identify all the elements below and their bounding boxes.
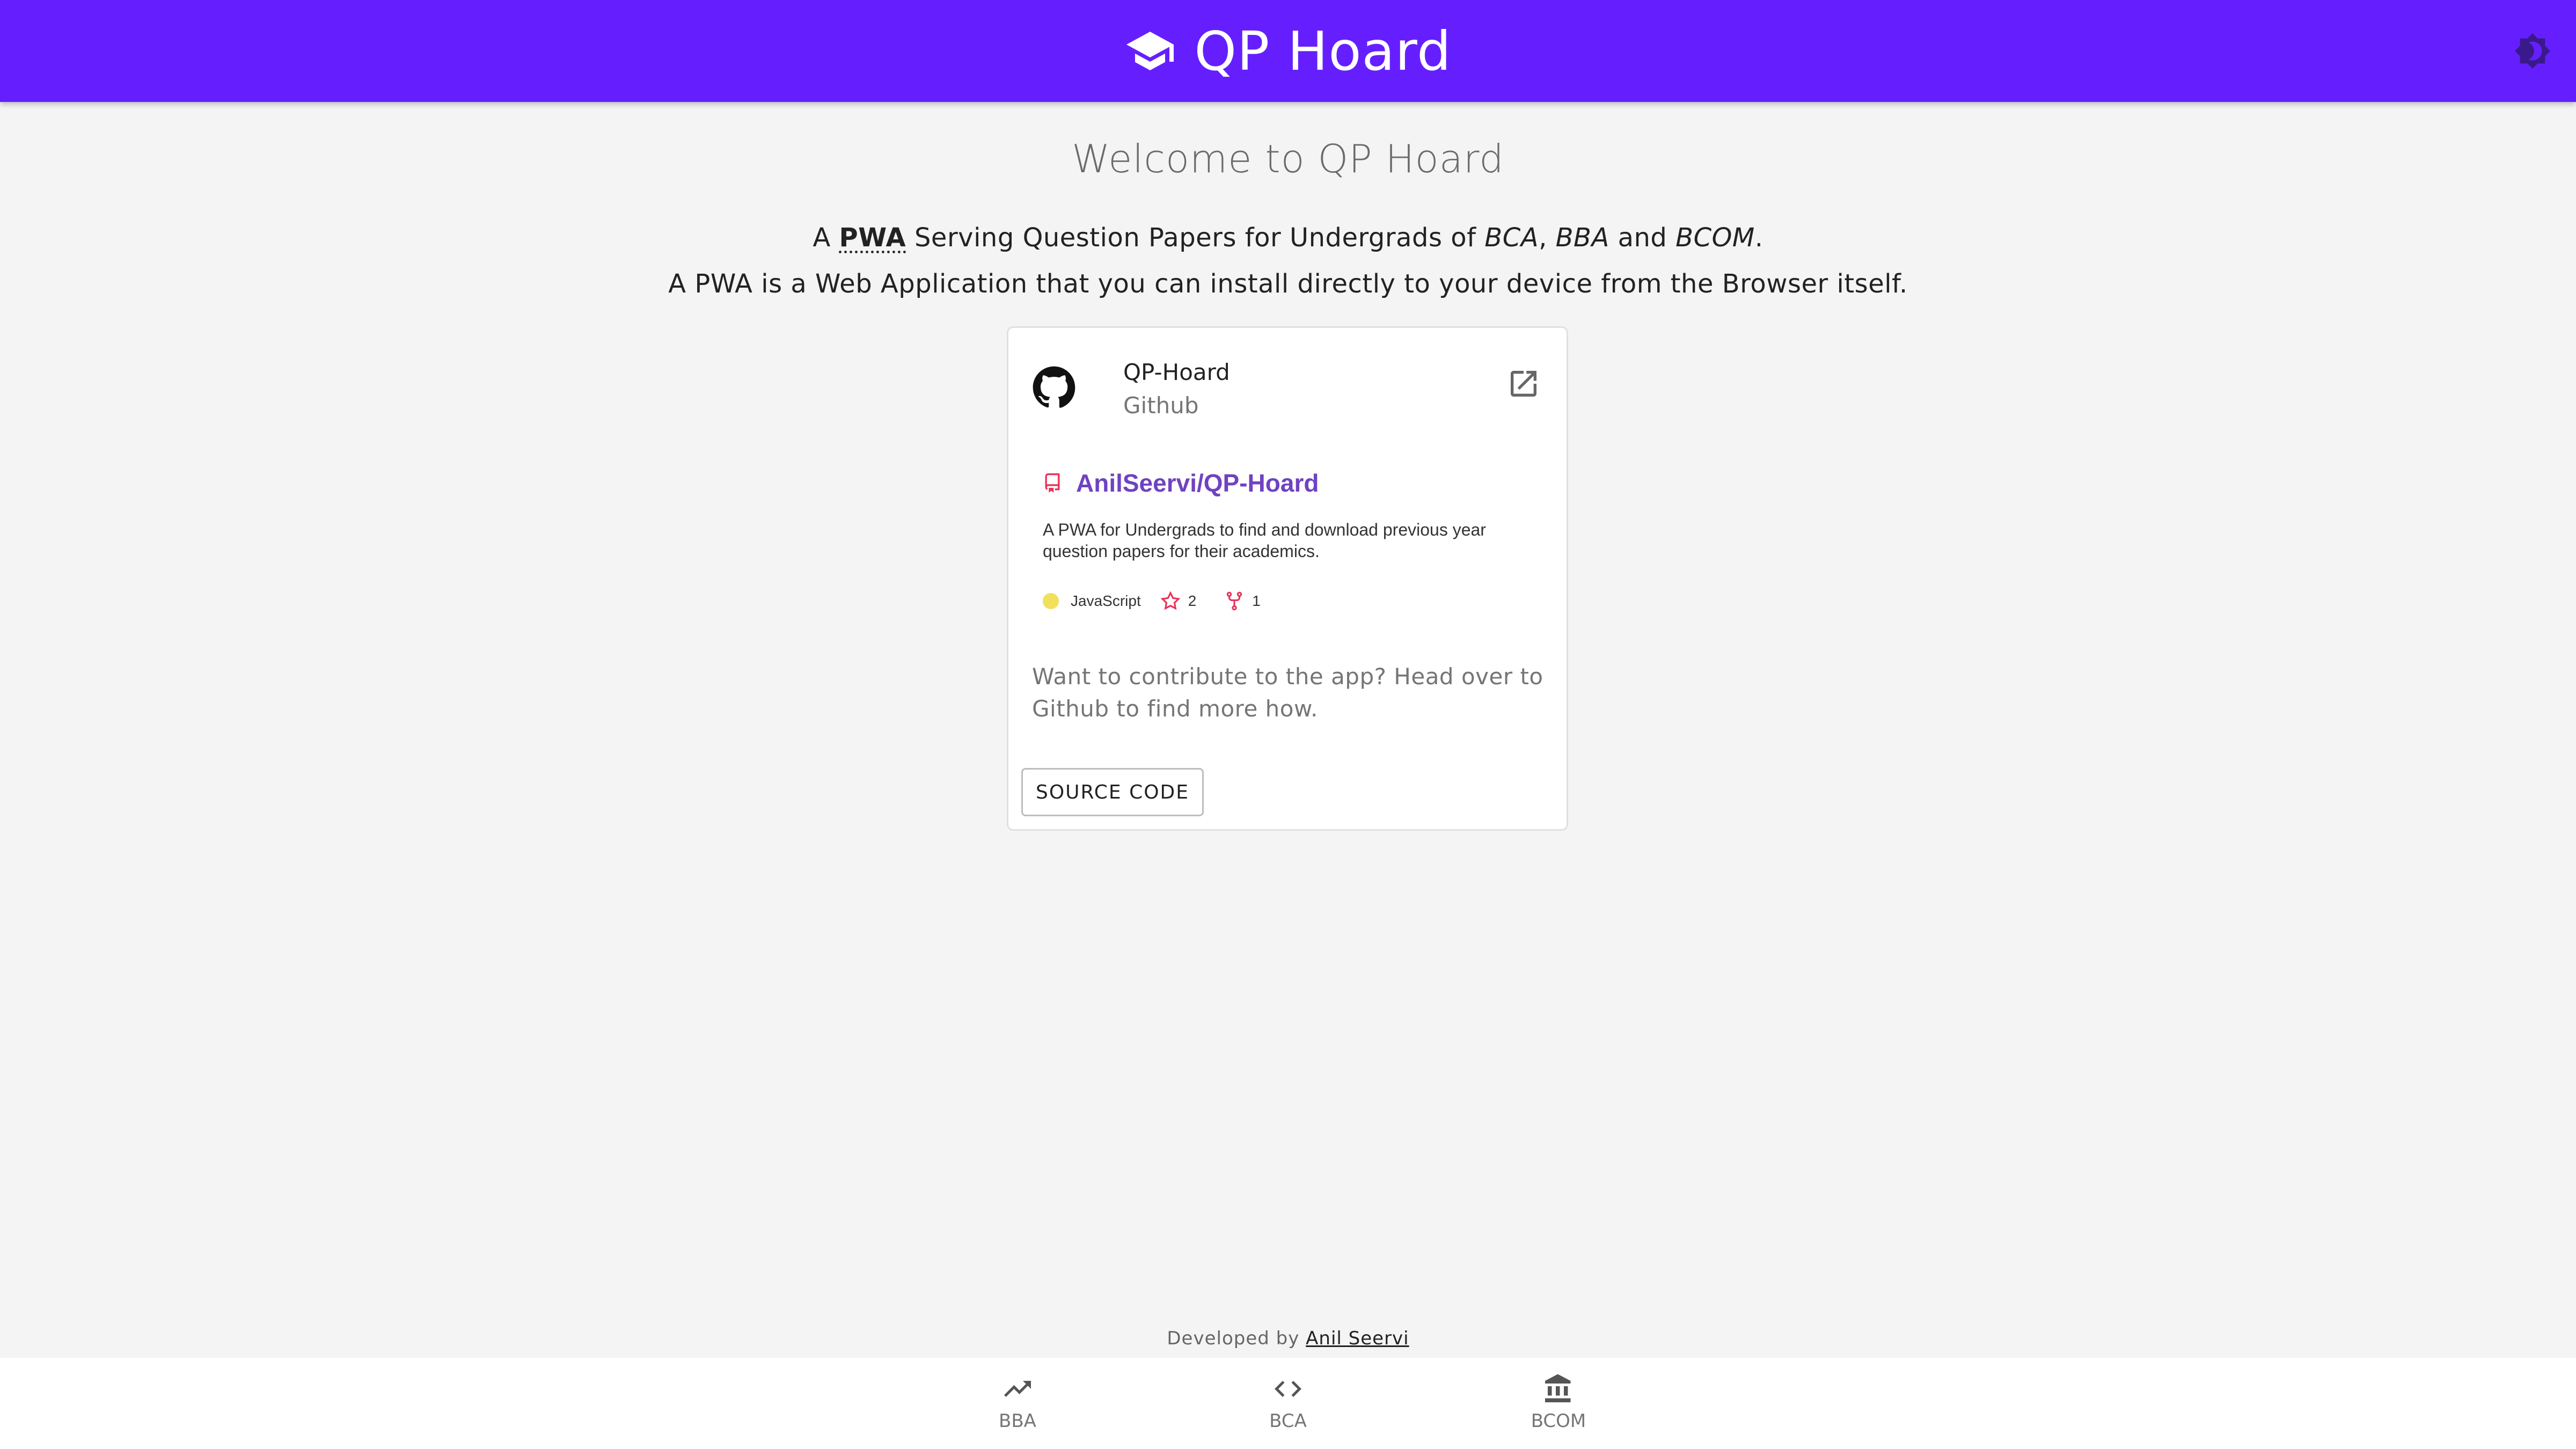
repo-name-row: AnilSeervi/QP-Hoard <box>1043 469 1536 497</box>
bank-icon <box>1545 1374 1571 1402</box>
nav-label-bba: BBA <box>999 1410 1036 1432</box>
pwa-abbr: PWA <box>839 223 906 253</box>
repo-meta: JavaScript 2 1 <box>1043 591 1536 611</box>
author-link[interactable]: Anil Seervi <box>1306 1328 1409 1349</box>
github-icon <box>1033 366 1075 408</box>
nav-item-bba[interactable]: BBA <box>953 1373 1082 1437</box>
contribute-text: Want to contribute to the app? Head over… <box>1032 663 1543 722</box>
stars-count: 2 <box>1188 592 1197 609</box>
repo-link[interactable]: AnilSeervi/QP-Hoard <box>1076 469 1319 497</box>
course-bcom: BCOM <box>1675 223 1755 253</box>
intro-word-and: and <box>1618 223 1667 253</box>
star-icon <box>1160 591 1181 610</box>
welcome-heading: Welcome to QP Hoard <box>1072 136 1504 181</box>
intro-word: A <box>813 223 831 253</box>
repo-stars[interactable]: 2 <box>1160 591 1197 611</box>
card-subtitle: Github <box>1123 392 1199 419</box>
repo-embed: AnilSeervi/QP-Hoard A PWA for Undergrads… <box>1043 469 1536 611</box>
open-in-new-icon[interactable] <box>1506 367 1541 401</box>
intro-line-1: A PWA Serving Question Papers for Underg… <box>0 215 2576 261</box>
intro-period: . <box>1754 223 1763 253</box>
app-title: QP Hoard <box>1194 19 1452 83</box>
repo-forks[interactable]: 1 <box>1224 591 1261 611</box>
intro-comma: , <box>1539 223 1547 253</box>
course-bba: BBA <box>1555 223 1609 253</box>
fork-icon <box>1227 591 1242 611</box>
forks-count: 1 <box>1252 592 1261 609</box>
intro-text: A PWA Serving Question Papers for Underg… <box>0 215 2576 307</box>
nav-item-bca[interactable]: BCA <box>1224 1373 1352 1437</box>
developed-by-text: Developed by <box>1167 1328 1300 1349</box>
intro-text-segment: Serving Question Papers for Undergrads o… <box>914 223 1476 253</box>
app-bar: QP Hoard <box>0 0 2576 102</box>
repo-icon <box>1045 473 1060 493</box>
code-icon <box>1275 1381 1301 1397</box>
nav-label-bcom: BCOM <box>1531 1410 1586 1432</box>
brightness-icon <box>2515 33 2550 69</box>
source-code-button[interactable]: SOURCE CODE <box>1021 768 1204 816</box>
brand[interactable]: QP Hoard <box>0 0 2576 102</box>
trending-up-icon <box>1004 1381 1031 1397</box>
theme-toggle-button[interactable] <box>2513 31 2552 71</box>
repo-description: A PWA for Undergrads to find and downloa… <box>1043 520 1486 561</box>
graduation-cap-icon <box>1126 32 1174 70</box>
github-card: QP-Hoard Github AnilSeervi/QP-Hoard A PW… <box>1007 326 1568 831</box>
course-bca: BCA <box>1484 223 1539 253</box>
bottom-navigation: BBA BCA BCOM <box>0 1358 2576 1449</box>
language-color-dot <box>1043 593 1059 609</box>
card-header: QP-Hoard Github <box>1032 359 1546 434</box>
nav-item-bcom[interactable]: BCOM <box>1494 1373 1623 1437</box>
footer-credit: Developed by Anil Seervi <box>0 1328 2576 1349</box>
repo-language: JavaScript <box>1071 592 1141 609</box>
card-title: QP-Hoard <box>1123 359 1230 385</box>
intro-line-2: A PWA is a Web Application that you can … <box>668 269 1908 299</box>
nav-label-bca: BCA <box>1269 1410 1307 1432</box>
